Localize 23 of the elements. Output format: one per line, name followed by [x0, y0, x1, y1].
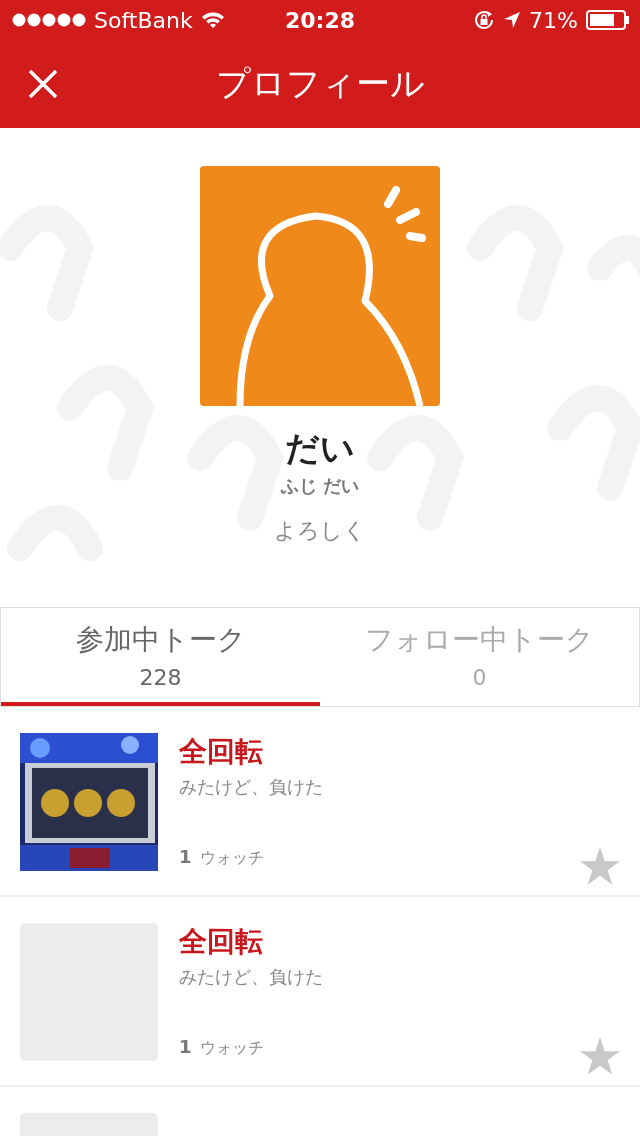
star-icon[interactable]: [580, 847, 620, 885]
watch-count: 1: [179, 1036, 192, 1057]
watch-label: ウォッチ: [199, 848, 264, 869]
battery-icon: [586, 10, 630, 30]
talk-subtitle: みたけど、負けた: [179, 775, 323, 799]
location-icon: [503, 11, 522, 29]
watch-label: ウォッチ: [199, 1038, 264, 1059]
carrier-name: SoftBank: [94, 7, 193, 33]
clock-time: 20:28: [284, 7, 356, 33]
screen-title: プロフィール: [215, 62, 425, 105]
user-name: だい: [285, 427, 355, 470]
talk-subtitle: みたけど、負けた: [179, 965, 323, 989]
battery-percent: 71%: [529, 7, 578, 33]
profile-message: よろしく: [274, 517, 366, 545]
name-reading: ふじ だい: [280, 474, 360, 498]
signal-icon: [12, 13, 86, 27]
watch-count: 1: [179, 846, 192, 867]
wifi-icon: [200, 11, 225, 29]
talk-title[interactable]: 全回転: [179, 733, 263, 771]
star-icon[interactable]: [580, 1037, 620, 1075]
rotation-lock-icon: [473, 9, 496, 31]
talk-title[interactable]: 全回転: [179, 923, 263, 961]
close-icon: [28, 69, 58, 99]
